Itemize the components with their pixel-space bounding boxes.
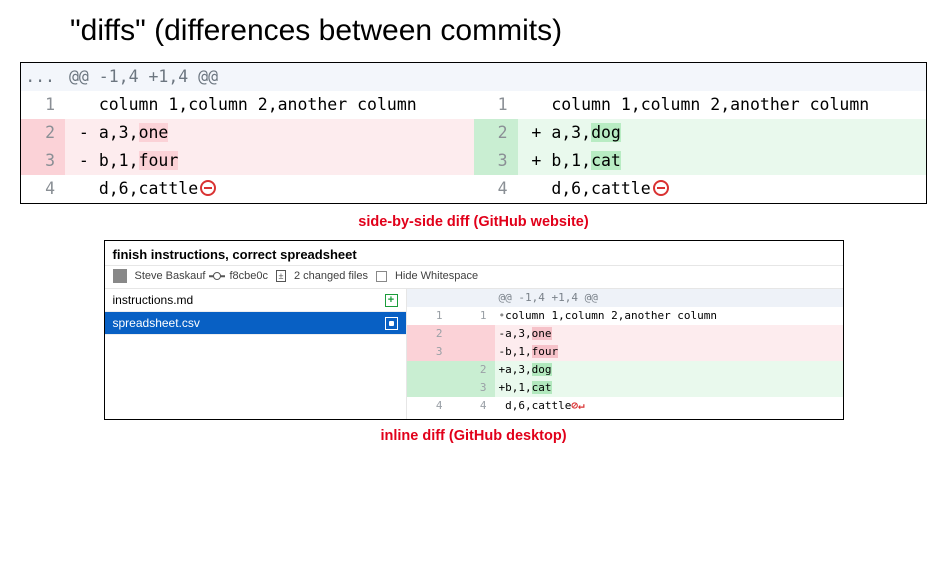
commit-meta: Steve Baskauf f8cbe0c 2 changed files Hi… bbox=[105, 266, 843, 289]
file-status-modified-icon bbox=[385, 317, 398, 330]
file-list-item[interactable]: spreadsheet.csv bbox=[105, 312, 406, 335]
line-number-old: 4 bbox=[21, 175, 65, 203]
diff-code-left: - a,3,one bbox=[65, 119, 474, 147]
line-number-new: 4 bbox=[474, 175, 518, 203]
diff-row: 2 -a,3,one bbox=[407, 325, 843, 343]
diff-row: 2 +a,3,dog bbox=[407, 361, 843, 379]
inline-diff-panel: finish instructions, correct spreadsheet… bbox=[104, 240, 844, 420]
line-number-old: 4 bbox=[407, 397, 451, 415]
diff-code-left: - b,1,four bbox=[65, 147, 474, 175]
diff-code: -a,3,one bbox=[495, 325, 843, 343]
diff-code-right: column 1,column 2,another column bbox=[518, 91, 927, 119]
file-list-item[interactable]: instructions.md + bbox=[105, 289, 406, 312]
diff-row: 3 +b,1,cat bbox=[407, 379, 843, 397]
diff-code: +a,3,dog bbox=[495, 361, 843, 379]
inline-diff: @@ -1,4 +1,4 @@ 1 1 •column 1,column 2,a… bbox=[407, 289, 843, 419]
file-status-added-icon: + bbox=[385, 294, 398, 307]
changed-files-label: 2 changed files bbox=[294, 270, 368, 282]
line-number-old bbox=[407, 361, 451, 379]
hunk-marker: ... bbox=[21, 63, 65, 91]
diff-code: •column 1,column 2,another column bbox=[495, 307, 843, 325]
diff-code-right: d,6,cattle bbox=[518, 175, 927, 203]
commit-icon bbox=[213, 272, 221, 280]
file-name: instructions.md bbox=[113, 293, 194, 307]
diff-row: 4 d,6,cattle 4 d,6,cattle bbox=[21, 175, 926, 203]
diff-code-left: d,6,cattle bbox=[65, 175, 474, 203]
hide-whitespace-checkbox[interactable] bbox=[376, 271, 387, 282]
diff-code-right: + a,3,dog bbox=[518, 119, 927, 147]
diff-row: 3 - b,1,four 3 + b,1,cat bbox=[21, 147, 926, 175]
changed-files-icon bbox=[276, 270, 286, 282]
line-number-new bbox=[451, 325, 495, 343]
line-number-old: 1 bbox=[407, 307, 451, 325]
diff-code: +b,1,cat bbox=[495, 379, 843, 397]
avatar bbox=[113, 269, 127, 283]
diff-row: 4 4 d,6,cattle⊘↵ bbox=[407, 397, 843, 415]
diff-code: -b,1,four bbox=[495, 343, 843, 361]
line-number-new: 1 bbox=[451, 307, 495, 325]
line-number-new: 4 bbox=[451, 397, 495, 415]
side-by-side-diff: ... @@ -1,4 +1,4 @@ 1 column 1,column 2,… bbox=[20, 62, 927, 204]
hide-whitespace-label: Hide Whitespace bbox=[395, 270, 478, 282]
line-number-old: 1 bbox=[21, 91, 65, 119]
line-number-old: 2 bbox=[407, 325, 451, 343]
no-newline-icon: ⊘↵ bbox=[571, 399, 584, 412]
caption-inline: inline diff (GitHub desktop) bbox=[0, 424, 947, 454]
diff-row: 2 - a,3,one 2 + a,3,dog bbox=[21, 119, 926, 147]
line-number-new bbox=[451, 343, 495, 361]
diff-row: 3 -b,1,four bbox=[407, 343, 843, 361]
line-number-old bbox=[407, 379, 451, 397]
diff-hunk-header: @@ -1,4 +1,4 @@ bbox=[407, 289, 843, 307]
line-number-new: 2 bbox=[474, 119, 518, 147]
no-newline-icon bbox=[200, 180, 216, 196]
commit-sha: f8cbe0c bbox=[229, 270, 268, 282]
line-number-new: 2 bbox=[451, 361, 495, 379]
diff-code-left: column 1,column 2,another column bbox=[65, 91, 474, 119]
page-title: "diffs" (differences between commits) bbox=[0, 0, 947, 62]
line-number-old: 2 bbox=[21, 119, 65, 147]
line-number-new: 1 bbox=[474, 91, 518, 119]
line-number-old: 3 bbox=[21, 147, 65, 175]
caption-sbs: side-by-side diff (GitHub website) bbox=[0, 210, 947, 240]
commit-title: finish instructions, correct spreadsheet bbox=[105, 241, 843, 266]
author-name: Steve Baskauf bbox=[135, 270, 206, 282]
no-newline-icon bbox=[653, 180, 669, 196]
diff-code: d,6,cattle⊘↵ bbox=[495, 397, 843, 415]
diff-row: 1 1 •column 1,column 2,another column bbox=[407, 307, 843, 325]
file-name: spreadsheet.csv bbox=[113, 316, 200, 330]
hunk-text: @@ -1,4 +1,4 @@ bbox=[65, 63, 926, 91]
line-number-new: 3 bbox=[474, 147, 518, 175]
diff-hunk-header: ... @@ -1,4 +1,4 @@ bbox=[21, 63, 926, 91]
diff-code-right: + b,1,cat bbox=[518, 147, 927, 175]
line-number-old: 3 bbox=[407, 343, 451, 361]
line-number-new: 3 bbox=[451, 379, 495, 397]
diff-row: 1 column 1,column 2,another column 1 col… bbox=[21, 91, 926, 119]
file-list: instructions.md + spreadsheet.csv bbox=[105, 289, 407, 419]
